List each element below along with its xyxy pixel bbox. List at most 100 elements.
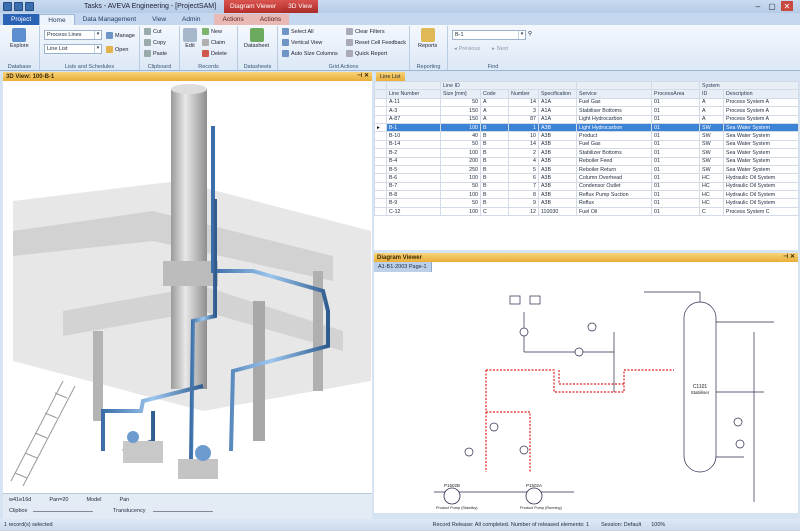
table-cell[interactable]: A3B <box>537 148 578 158</box>
table-cell[interactable]: A3B <box>537 173 578 183</box>
new-button[interactable]: New <box>202 28 222 35</box>
table-row[interactable]: B-2 100 B 2 A3B Stabilizer Bottoms 01 SW Sea Wat… <box>374 148 800 158</box>
row-selector[interactable] <box>374 148 387 158</box>
table-cell[interactable]: Stabiliser Bottoms <box>576 106 653 116</box>
tab-3d-actions[interactable]: Actions <box>251 14 290 25</box>
maximize-button[interactable]: ▢ <box>766 1 778 11</box>
table-cell[interactable]: B-5 <box>386 164 441 175</box>
table-cell[interactable]: B-4 <box>386 156 441 166</box>
tab-data-management[interactable]: Data Management <box>75 14 144 25</box>
table-cell[interactable]: Process System A <box>723 106 800 116</box>
previous-button[interactable]: ◂ Previous <box>454 46 480 52</box>
line-list-grid[interactable]: Line ID System Line Number Size [mm] Cod… <box>374 80 800 250</box>
claim-button[interactable]: Claim <box>202 39 225 46</box>
table-cell[interactable]: SW <box>699 131 725 141</box>
table-cell[interactable]: A1A <box>537 97 578 108</box>
table-cell[interactable]: Sea Water System <box>723 122 800 133</box>
table-row[interactable]: C-12 100 C 12 110030 Fuel Oil 01 C Process Syste… <box>374 206 800 217</box>
open-button[interactable]: Open <box>106 46 128 53</box>
quick-report-button[interactable]: Quick Report <box>346 50 387 57</box>
table-cell[interactable]: 100 <box>440 206 481 217</box>
table-cell[interactable]: HC <box>699 190 725 200</box>
diagram-viewer[interactable]: A1-B1-2003 Page-1 C1101 Stabiliser P1502… <box>374 262 798 513</box>
table-cell[interactable]: B-6 <box>386 173 441 183</box>
table-cell[interactable]: Hydraulic Oil System <box>723 198 800 208</box>
table-cell[interactable]: 100 <box>440 190 481 200</box>
table-cell[interactable]: 14 <box>508 139 539 150</box>
translucency-slider[interactable] <box>153 511 213 512</box>
cut-button[interactable]: Cut <box>144 28 162 35</box>
table-cell[interactable]: B <box>480 164 509 175</box>
col-service[interactable]: Service <box>576 89 653 99</box>
table-cell[interactable]: A3B <box>537 139 578 150</box>
row-selector[interactable] <box>374 181 387 192</box>
table-cell[interactable]: Light Hydrocarbon <box>576 122 653 133</box>
table-cell[interactable]: 4 <box>508 156 539 166</box>
table-cell[interactable]: 2 <box>508 148 539 158</box>
table-cell[interactable]: Reflux Pump Suction <box>576 190 653 200</box>
table-row[interactable]: B-5 250 B 5 A3B Reboiler Return 01 SW Sea Water … <box>374 164 800 175</box>
col-size[interactable]: Size [mm] <box>440 89 481 99</box>
row-selector[interactable] <box>374 139 387 150</box>
select-all-button[interactable]: Select All <box>282 28 314 35</box>
app-icon[interactable] <box>3 2 12 11</box>
clipbox-slider[interactable] <box>33 511 93 512</box>
table-cell[interactable]: A3B <box>537 190 578 200</box>
copy-button[interactable]: Copy <box>144 39 166 46</box>
table-cell[interactable]: Light Hydrocarbon <box>576 114 653 124</box>
table-cell[interactable]: A1A <box>537 114 578 124</box>
table-cell[interactable]: 50 <box>440 198 481 208</box>
table-cell[interactable]: 50 <box>440 97 481 108</box>
table-cell[interactable]: 01 <box>651 131 701 141</box>
table-cell[interactable]: 100 <box>440 173 481 183</box>
table-row[interactable]: B-14 50 B 14 A3B Fuel Gas 01 SW Sea Water System <box>374 139 800 150</box>
table-cell[interactable]: 01 <box>651 106 701 116</box>
table-cell[interactable]: HC <box>699 181 725 192</box>
table-cell[interactable]: B-10 <box>386 131 441 141</box>
reports-button[interactable]: Reports <box>418 28 437 49</box>
table-cell[interactable]: 01 <box>651 206 701 217</box>
table-cell[interactable]: SW <box>699 156 725 166</box>
3d-viewport[interactable] <box>3 81 372 493</box>
table-cell[interactable]: 40 <box>440 131 481 141</box>
table-cell[interactable]: 12 <box>508 206 539 217</box>
list-type-combo[interactable]: Process Lines ▾ <box>44 30 102 40</box>
table-cell[interactable]: 250 <box>440 164 481 175</box>
table-cell[interactable]: A <box>699 97 725 108</box>
table-cell[interactable]: SW <box>699 164 725 175</box>
table-row[interactable]: B-10 40 B 10 A3B Product 01 SW Sea Water System <box>374 131 800 141</box>
table-cell[interactable]: 5 <box>508 164 539 175</box>
table-cell[interactable]: 100 <box>440 122 481 133</box>
next-button[interactable]: ▸ Next <box>492 46 508 52</box>
row-selector[interactable] <box>374 106 387 116</box>
find-input[interactable]: B-1 ▾ <box>452 30 526 40</box>
row-selector[interactable] <box>374 190 387 200</box>
table-cell[interactable]: 110030 <box>537 206 578 217</box>
table-cell[interactable]: A <box>699 106 725 116</box>
table-cell[interactable]: 01 <box>651 114 701 124</box>
table-cell[interactable]: 01 <box>651 164 701 175</box>
table-cell[interactable]: Reflux <box>576 198 653 208</box>
table-cell[interactable]: HC <box>699 173 725 183</box>
table-row[interactable]: B-7 50 B 7 A3B Condensor Outlet 01 HC Hydraulic … <box>374 181 800 192</box>
col-line-number[interactable]: Line Number <box>386 89 441 99</box>
table-cell[interactable]: 7 <box>508 181 539 192</box>
table-cell[interactable]: 01 <box>651 173 701 183</box>
table-cell[interactable]: A3B <box>537 131 578 141</box>
col-processarea[interactable]: ProcessArea <box>651 89 701 99</box>
table-cell[interactable]: C-12 <box>386 206 441 217</box>
tab-diagram-actions[interactable]: Actions <box>214 14 252 25</box>
table-row[interactable]: A-87 150 A 87 A1A Light Hydrocarbon 01 A Process… <box>374 114 800 124</box>
table-cell[interactable]: A-11 <box>386 97 441 108</box>
table-cell[interactable]: Sea Water System <box>723 139 800 150</box>
table-cell[interactable]: A3B <box>537 198 578 208</box>
table-cell[interactable]: A <box>480 97 509 108</box>
col-code[interactable]: Code <box>480 89 509 99</box>
table-cell[interactable]: A1A <box>537 106 578 116</box>
table-cell[interactable]: 01 <box>651 190 701 200</box>
table-cell[interactable]: B-9 <box>386 198 441 208</box>
table-cell[interactable]: 01 <box>651 181 701 192</box>
pin-close-icons[interactable]: ⊣ ✕ <box>357 72 369 79</box>
tab-admin[interactable]: Admin <box>174 14 208 25</box>
table-cell[interactable]: 01 <box>651 148 701 158</box>
